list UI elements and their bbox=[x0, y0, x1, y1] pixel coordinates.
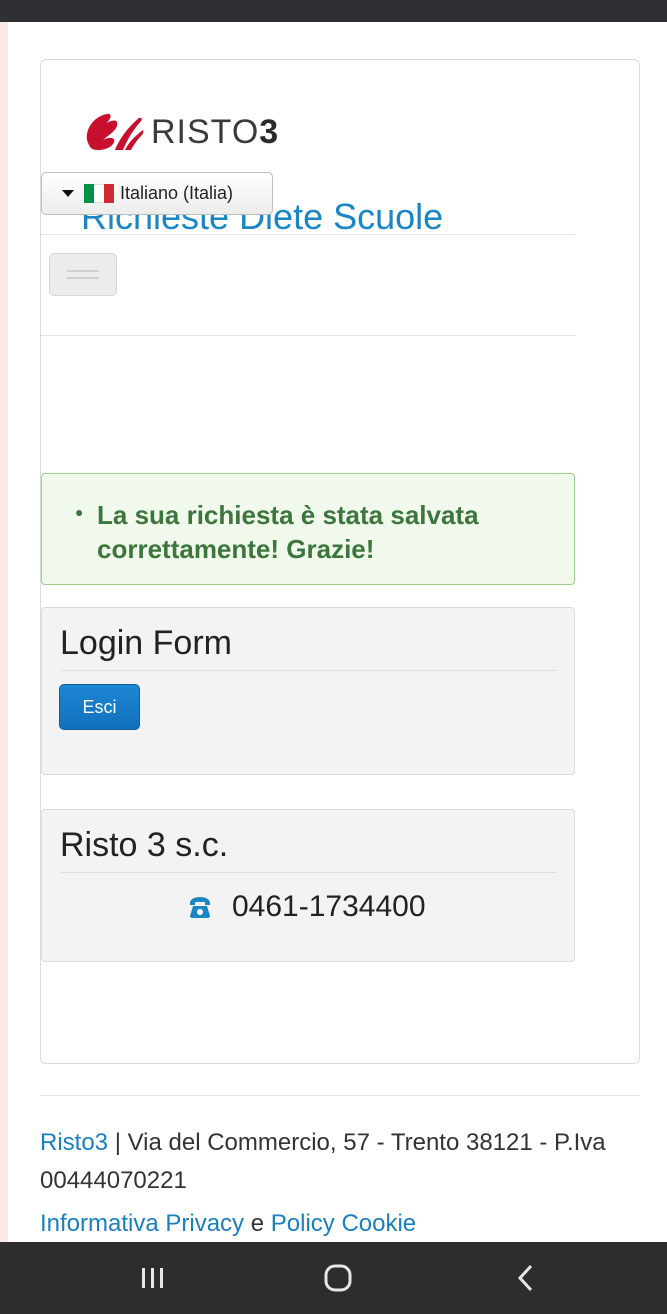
logo-text: RISTO3 bbox=[151, 112, 280, 151]
recents-icon bbox=[142, 1268, 163, 1288]
bullet-icon: ● bbox=[75, 504, 84, 520]
conjunction-text: e bbox=[244, 1210, 271, 1237]
page: RISTO3 Richieste Diete Scuole Italiano (… bbox=[8, 22, 667, 1242]
alert-message: La sua richiesta è stata salvata corrett… bbox=[97, 500, 479, 564]
hamburger-line bbox=[67, 270, 99, 272]
risto3-link[interactable]: Risto3 bbox=[40, 1129, 108, 1156]
divider bbox=[41, 335, 575, 336]
footer-links: Informativa Privacy e Policy Cookie bbox=[40, 1210, 416, 1238]
success-alert: ● La sua richiesta è stata salvata corre… bbox=[41, 473, 575, 585]
contact-title: Risto 3 s.c. bbox=[60, 826, 229, 864]
divider bbox=[60, 872, 557, 873]
login-panel: Login Form Esci bbox=[41, 607, 575, 775]
contact-panel: Risto 3 s.c. 0461-1734400 bbox=[41, 809, 575, 962]
risto3-logo[interactable]: RISTO3 bbox=[81, 110, 279, 154]
logo-mark-icon bbox=[86, 113, 144, 151]
divider bbox=[60, 670, 557, 671]
recents-button[interactable] bbox=[93, 1242, 213, 1314]
language-label: Italiano (Italia) bbox=[120, 183, 234, 203]
menu-toggle-button[interactable] bbox=[49, 253, 117, 296]
phone-row: 0461-1734400 bbox=[188, 890, 426, 924]
footer-address: Risto3 | Via del Commercio, 57 - Trento … bbox=[40, 1124, 640, 1200]
italy-flag-icon bbox=[84, 184, 114, 203]
android-nav-bar bbox=[0, 1242, 667, 1314]
home-icon bbox=[324, 1264, 352, 1292]
back-button[interactable] bbox=[466, 1242, 586, 1314]
phone-number[interactable]: 0461-1734400 bbox=[232, 890, 426, 924]
footer-divider bbox=[40, 1095, 640, 1096]
logout-button[interactable]: Esci bbox=[59, 684, 140, 730]
divider bbox=[41, 234, 575, 235]
hamburger-line bbox=[67, 277, 99, 279]
home-button[interactable] bbox=[278, 1242, 398, 1314]
privacy-link[interactable]: Informativa Privacy bbox=[40, 1210, 244, 1237]
address-text: | Via del Commercio, 57 - Trento 38121 -… bbox=[40, 1129, 606, 1194]
login-title: Login Form bbox=[60, 624, 232, 662]
back-icon bbox=[517, 1264, 533, 1292]
language-selector[interactable]: Italiano (Italia) bbox=[41, 172, 273, 215]
status-bar bbox=[0, 0, 667, 22]
phone-icon bbox=[190, 897, 210, 918]
caret-down-icon bbox=[62, 190, 74, 197]
cookie-policy-link[interactable]: Policy Cookie bbox=[271, 1210, 416, 1237]
